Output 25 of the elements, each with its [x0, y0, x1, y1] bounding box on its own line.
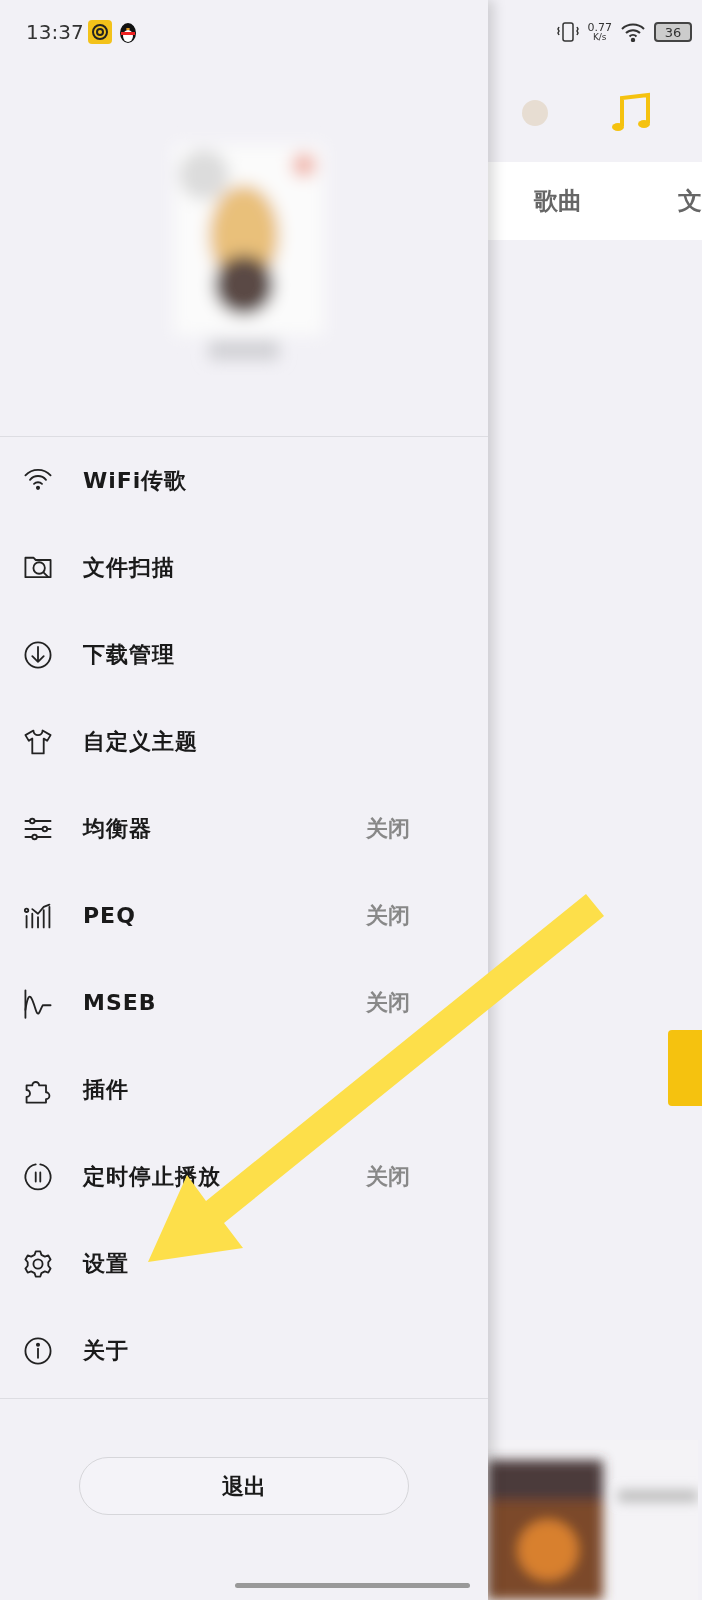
- menu-item[interactable]: 插件: [83, 1073, 129, 1106]
- menu-item[interactable]: PEQ: [83, 899, 136, 932]
- menu-item[interactable]: 设置: [83, 1247, 129, 1280]
- menu-item[interactable]: 均衡器: [83, 812, 152, 845]
- menu-item[interactable]: 自定义主题: [83, 725, 198, 758]
- tab[interactable]: 文: [678, 183, 702, 219]
- battery-indicator: 36: [654, 22, 692, 42]
- status-value: 关闭: [366, 902, 410, 930]
- menu-item[interactable]: 关于: [83, 1334, 129, 1367]
- menu-item[interactable]: 文件扫描: [83, 551, 175, 584]
- menu-item[interactable]: WiFi传歌: [83, 464, 188, 497]
- tab[interactable]: 歌曲: [534, 183, 582, 219]
- status-value: 关闭: [366, 815, 410, 843]
- status-value: 关闭: [366, 1163, 410, 1191]
- menu-item[interactable]: MSEB: [83, 986, 157, 1019]
- network-speed: 0.77: [587, 22, 612, 33]
- status-time: 13:37: [26, 19, 84, 46]
- wifi-icon: [620, 22, 646, 42]
- app-notification-icon: [87, 20, 112, 44]
- vibrate-icon: [555, 21, 580, 43]
- exit-button[interactable]: 退出: [79, 1457, 409, 1515]
- status-value: 关闭: [366, 989, 410, 1017]
- menu-item[interactable]: 下载管理: [83, 638, 175, 671]
- avatar[interactable]: [522, 100, 548, 126]
- network-unit: K/s: [592, 33, 607, 42]
